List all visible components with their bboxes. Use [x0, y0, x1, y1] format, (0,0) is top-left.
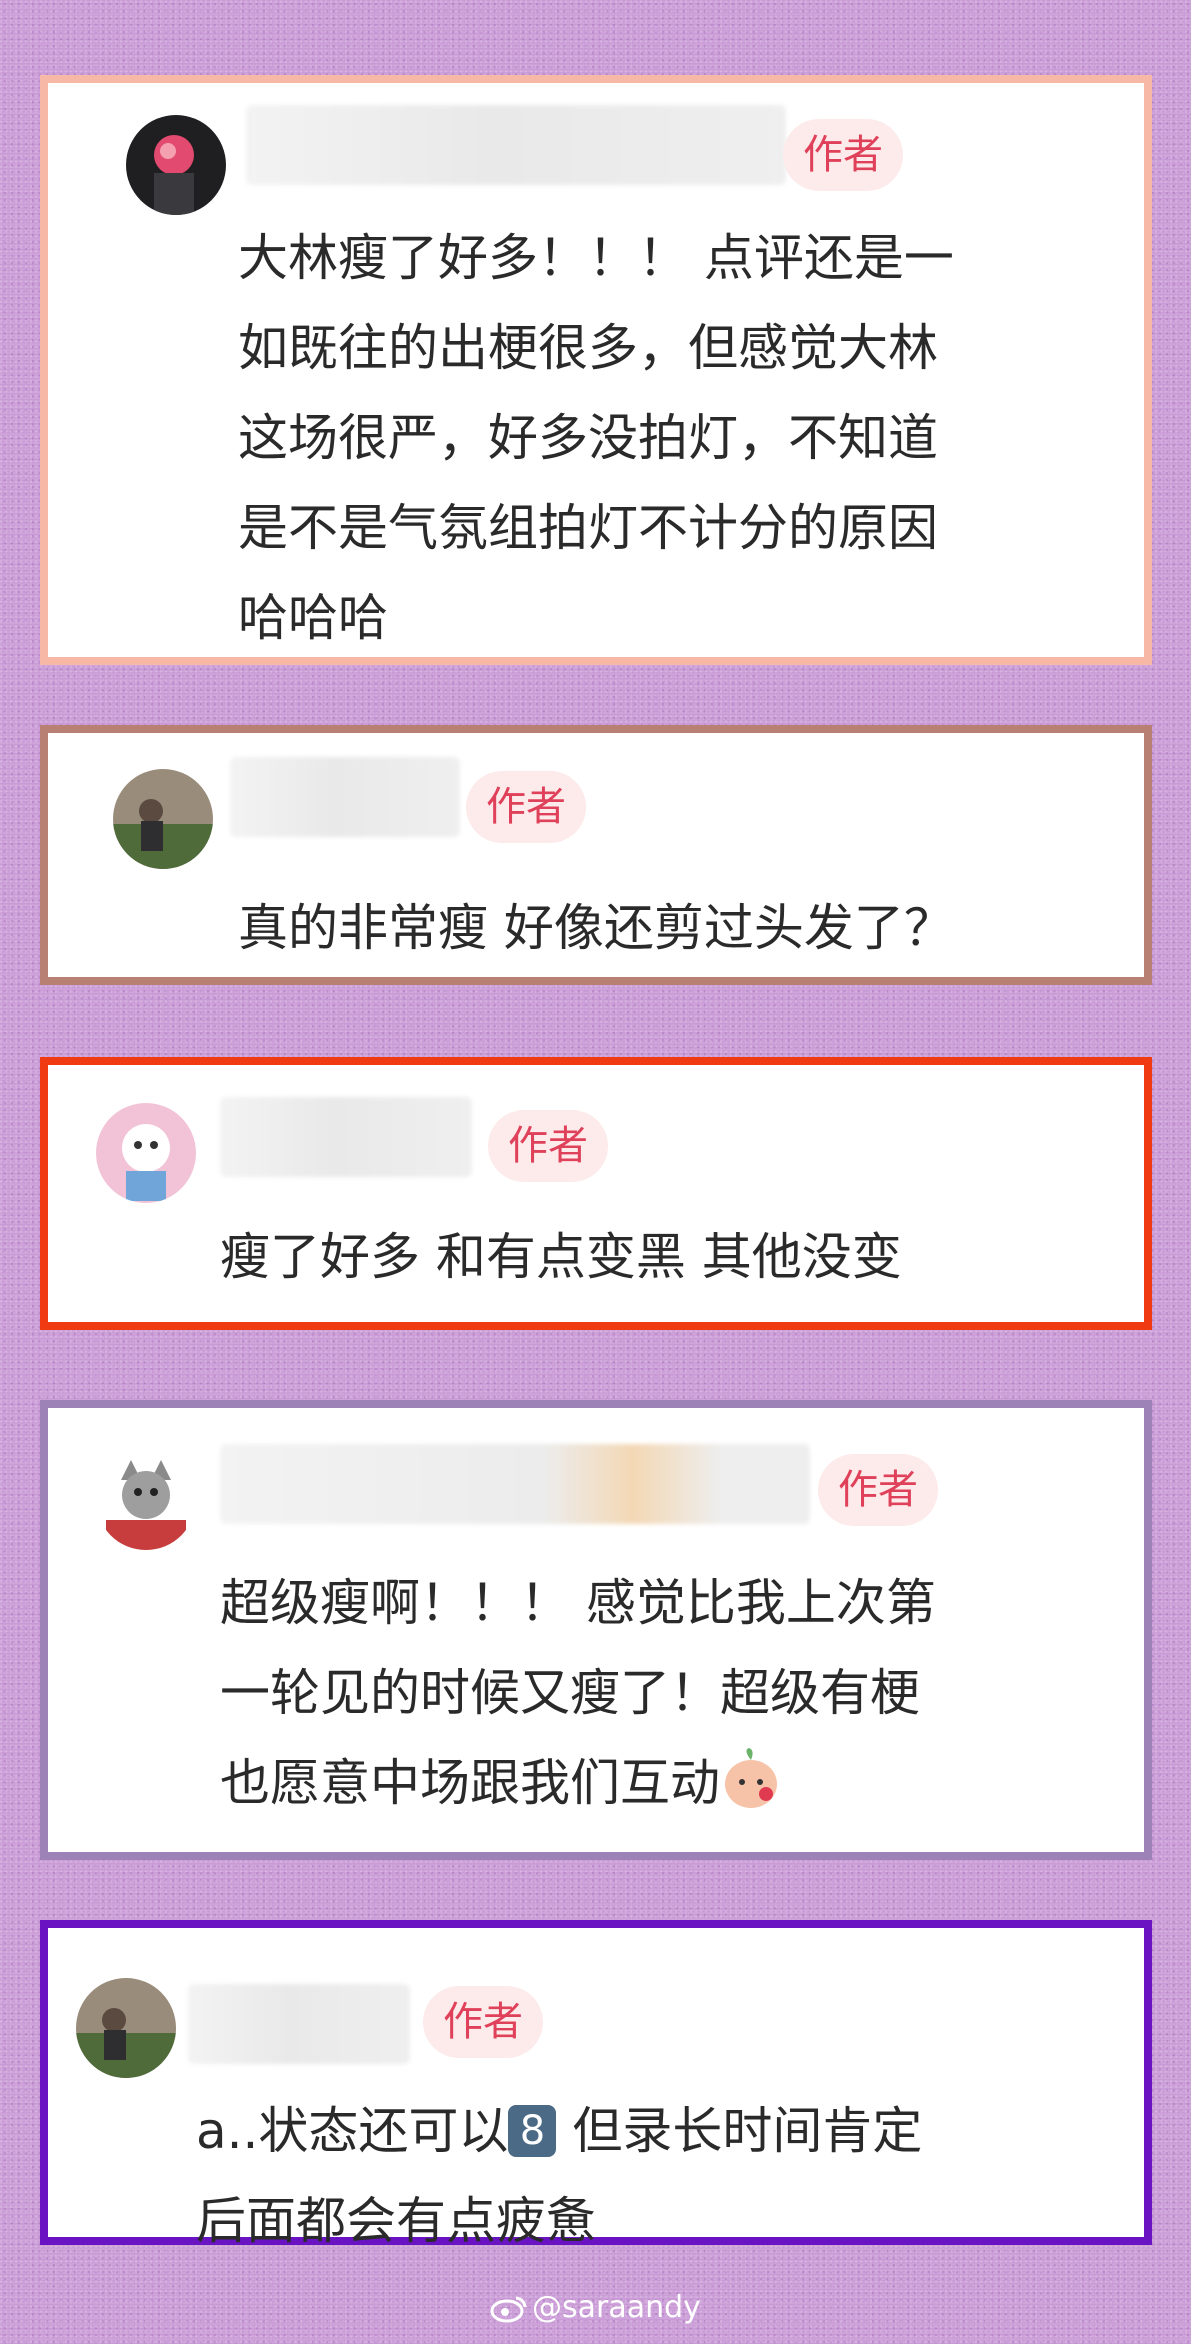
comment-text: 大林瘦了好多！！！ 点评还是一 如既往的出梗很多，但感觉大林 这场很严，好多没拍…	[238, 229, 954, 647]
comment-card-2: 作者 真的非常瘦 好像还剪过头发了？	[40, 725, 1152, 985]
comment-text: 真的非常瘦 好像还剪过头发了？	[238, 899, 954, 957]
watermark-handle: @saraandy	[532, 2290, 701, 2325]
author-badge: 作者	[466, 771, 586, 843]
user-avatar[interactable]	[76, 1978, 176, 2078]
comment-text: a..状态还可以 8 但录长时间肯定 后面都会有点疲惫	[196, 2102, 923, 2250]
author-badge: 作者	[818, 1454, 938, 1526]
comment-card-5: 作者 a..状态还可以 8 但录长时间肯定 后面都会有点疲惫	[40, 1920, 1152, 2250]
user-avatar[interactable]	[113, 769, 213, 869]
weibo-watermark: @saraandy	[490, 2290, 701, 2325]
comment-text: 超级瘦啊！！！ 感觉比我上次第 一轮见的时候又瘦了！超级有梗 也愿意中场跟我们互…	[220, 1574, 936, 1812]
username-blurred[interactable]	[246, 105, 786, 185]
author-badge: 作者	[423, 1986, 543, 2058]
comment-card-1: 作者 大林瘦了好多！！！ 点评还是一 如既往的出梗很多，但感觉大林 这场很严，好…	[40, 75, 1152, 665]
user-avatar[interactable]	[126, 115, 226, 215]
author-badge: 作者	[783, 119, 903, 191]
username-blurred[interactable]	[220, 1097, 472, 1177]
author-badge: 作者	[488, 1110, 608, 1182]
weibo-icon	[490, 2296, 527, 2323]
comment-card-3: 作者 瘦了好多 和有点变黑 其他没变	[40, 1057, 1152, 1330]
keycap-8-emoji: 8	[508, 2105, 557, 2157]
user-avatar[interactable]	[96, 1450, 196, 1550]
username-blurred[interactable]	[188, 1984, 410, 2064]
username-blurred[interactable]	[220, 1444, 810, 1524]
comment-text: 瘦了好多 和有点变黑 其他没变	[220, 1228, 902, 1286]
comment-card-4: 作者 超级瘦啊！！！ 感觉比我上次第 一轮见的时候又瘦了！超级有梗 也愿意中场跟…	[40, 1400, 1152, 1860]
peach-face-emoji-icon	[725, 1748, 777, 1808]
username-blurred[interactable]	[230, 757, 460, 837]
user-avatar[interactable]	[96, 1103, 196, 1203]
